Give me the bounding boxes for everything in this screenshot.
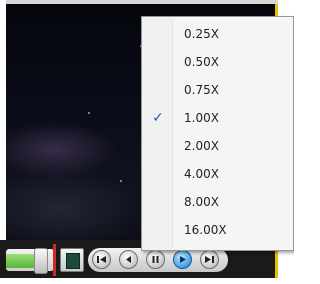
speed-option-label: 0.75X <box>184 83 219 97</box>
speed-option-label: 16.00X <box>184 223 227 237</box>
volume-slider-handle[interactable] <box>34 248 48 274</box>
speed-option-0-50x[interactable]: 0.50X <box>142 48 293 76</box>
speed-option-8-00x[interactable]: 8.00X <box>142 188 293 216</box>
playlist-button[interactable] <box>60 248 84 272</box>
rewind-button[interactable] <box>119 250 138 269</box>
speed-option-16-00x[interactable]: 16.00X <box>142 216 293 244</box>
play-button[interactable] <box>173 250 192 269</box>
play-icon <box>180 256 186 263</box>
speed-option-label: 8.00X <box>184 195 219 209</box>
previous-button[interactable] <box>92 250 111 269</box>
speed-option-label: 2.00X <box>184 139 219 153</box>
speed-option-label: 0.25X <box>184 27 219 41</box>
speed-option-label: 0.50X <box>184 55 219 69</box>
speed-option-label: 4.00X <box>184 167 219 181</box>
speed-option-2-00x[interactable]: 2.00X <box>142 132 293 160</box>
speed-option-label: 1.00X <box>184 111 219 125</box>
next-button[interactable] <box>200 250 219 269</box>
pause-icon <box>152 256 159 263</box>
speed-option-0-25x[interactable]: 0.25X <box>142 20 293 48</box>
speed-option-4-00x[interactable]: 4.00X <box>142 160 293 188</box>
window-top-edge <box>0 0 278 4</box>
next-icon <box>205 256 214 263</box>
playback-speed-menu: 0.25X 0.50X 0.75X ✓ 1.00X 2.00X 4.00X 8.… <box>141 16 294 251</box>
speed-option-0-75x[interactable]: 0.75X <box>142 76 293 104</box>
video-star <box>120 180 122 182</box>
window-left-edge <box>0 0 6 240</box>
media-player-window: 0.25X 0.50X 0.75X ✓ 1.00X 2.00X 4.00X 8.… <box>0 0 294 284</box>
checkmark-icon: ✓ <box>152 110 164 126</box>
volume-slider-fill <box>6 254 36 268</box>
rewind-icon <box>126 256 131 263</box>
speed-option-list: 0.25X 0.50X 0.75X ✓ 1.00X 2.00X 4.00X 8.… <box>142 20 293 244</box>
playlist-icon <box>66 253 80 269</box>
video-star <box>88 112 90 114</box>
speed-option-1-00x[interactable]: ✓ 1.00X <box>142 104 293 132</box>
previous-icon <box>97 256 106 263</box>
control-separator <box>53 244 56 276</box>
pause-button[interactable] <box>146 250 165 269</box>
